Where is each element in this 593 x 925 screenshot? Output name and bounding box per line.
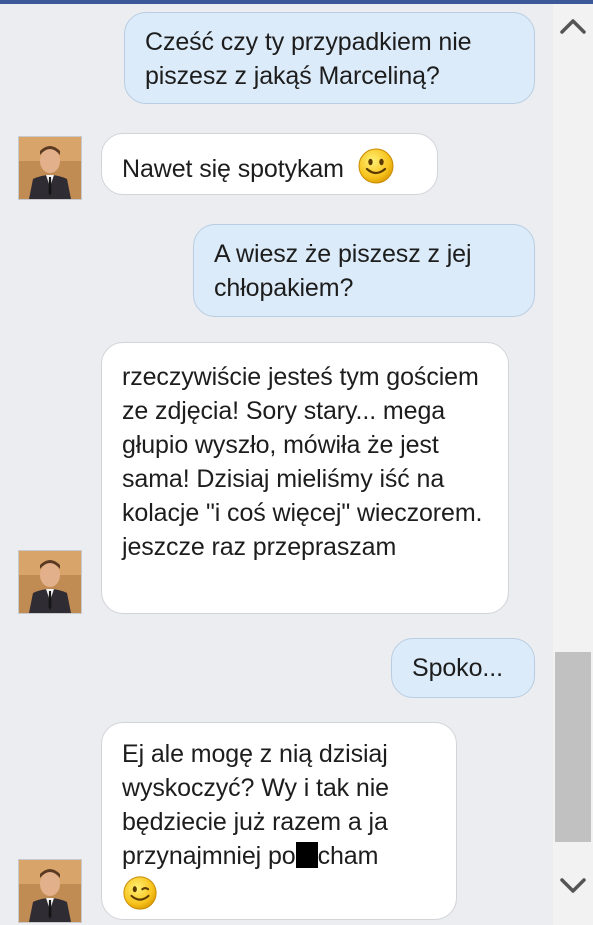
message-text: Cześć czy ty przypadkiem nie piszesz z j…	[145, 28, 472, 90]
wink-emoji-icon	[122, 875, 158, 920]
message-incoming: rzeczywiście jesteś tym gościem ze zdjęc…	[101, 342, 509, 614]
chevron-down-icon	[560, 878, 586, 893]
message-text: rzeczywiście jesteś tym gościem ze zdjęc…	[122, 363, 483, 561]
user-avatar-icon	[19, 860, 81, 922]
message-outgoing: A wiesz że piszesz z jej chłopakiem?	[193, 224, 535, 317]
scroll-down-button[interactable]	[553, 866, 593, 906]
scroll-up-button[interactable]	[553, 6, 593, 46]
user-avatar-icon	[19, 551, 81, 613]
message-outgoing: Cześć czy ty przypadkiem nie piszesz z j…	[124, 12, 535, 104]
contact-avatar[interactable]	[18, 859, 82, 923]
redaction-block	[295, 842, 318, 868]
contact-avatar[interactable]	[18, 136, 82, 200]
smile-emoji-icon	[357, 147, 395, 194]
message-text: Spoko...	[412, 654, 503, 682]
scrollbar-thumb[interactable]	[555, 652, 591, 842]
message-incoming: Ej ale mogę z nią dzisiaj wyskoczyć? Wy …	[101, 722, 457, 920]
user-avatar-icon	[19, 137, 81, 199]
contact-avatar[interactable]	[18, 550, 82, 614]
message-text: A wiesz że piszesz z jej chłopakiem?	[214, 240, 472, 302]
message-outgoing: Spoko...	[391, 638, 535, 698]
chevron-up-icon	[560, 19, 586, 34]
message-text: Nawet się spotykam	[122, 155, 344, 183]
message-text-continued: cham	[317, 842, 379, 870]
message-incoming: Nawet się spotykam	[101, 133, 438, 195]
